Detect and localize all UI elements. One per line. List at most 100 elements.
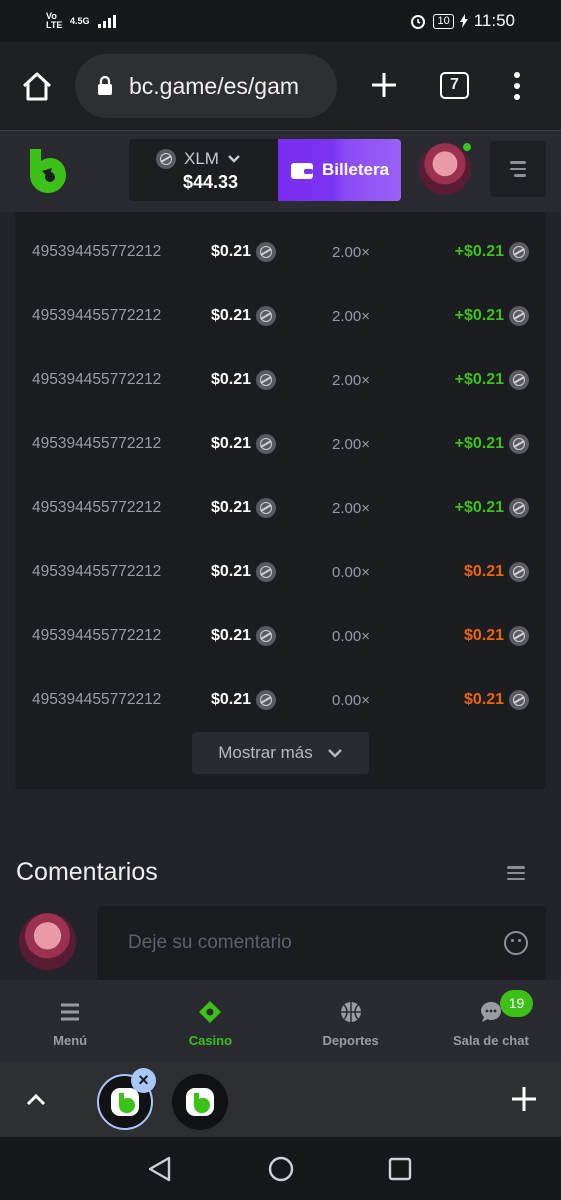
bet-id: 495394455772212: [32, 371, 162, 388]
bet-amount-value: $0.21: [211, 627, 252, 644]
menu-icon: [61, 1003, 80, 1021]
bet-id: 495394455772212: [32, 691, 162, 708]
bet-amount-value: $0.21: [211, 435, 252, 452]
xlm-coin-icon: [256, 306, 277, 326]
emoji-icon[interactable]: [504, 931, 528, 955]
close-tab-icon[interactable]: ×: [131, 1068, 156, 1093]
table-row[interactable]: 495394455772212 $0.21 2.00× +$0.21: [15, 476, 546, 540]
xlm-coin-icon: [256, 434, 277, 454]
table-row[interactable]: 495394455772212 $0.21 0.00× $0.21: [15, 668, 546, 732]
nav-casino[interactable]: Casino: [140, 980, 280, 1062]
profit-value: +$0.21: [454, 499, 504, 516]
bet-id: 495394455772212: [32, 499, 162, 516]
bet-id: 495394455772212: [32, 435, 162, 452]
profit: +$0.21: [455, 306, 529, 326]
table-row[interactable]: 495394455772212 $0.21 0.00× $0.21: [15, 604, 546, 668]
battery-level: 10: [433, 13, 454, 29]
table-row[interactable]: 495394455772212 $0.21 2.00× +$0.21: [15, 284, 546, 348]
bet-amount: $0.21: [211, 242, 277, 262]
comments-title: Comentarios: [16, 858, 158, 886]
profit: $0.21: [464, 562, 529, 582]
wallet-button[interactable]: Billetera: [278, 139, 401, 201]
bet-id: 495394455772212: [32, 243, 162, 260]
profit-value: $0.21: [463, 627, 504, 644]
show-more-button[interactable]: Mostrar más: [192, 732, 369, 774]
home-icon[interactable]: [20, 70, 54, 104]
profit-value: +$0.21: [454, 243, 504, 260]
table-row[interactable]: 495394455772212 $0.21 2.00× +$0.21: [15, 220, 546, 284]
bet-amount: $0.21: [211, 690, 277, 710]
multiplier: 0.00×: [332, 563, 370, 581]
bet-amount-value: $0.21: [211, 243, 252, 260]
chat-unread-badge: 19: [500, 990, 533, 1017]
system-nav-bar: [0, 1137, 561, 1200]
profit-value: +$0.21: [454, 435, 504, 452]
new-tab-icon[interactable]: [370, 71, 398, 99]
casino-icon: [199, 1001, 222, 1023]
xlm-coin-icon: [509, 690, 529, 710]
user-avatar[interactable]: [419, 141, 473, 195]
xlm-coin-icon: [509, 242, 529, 262]
profit-value: +$0.21: [454, 371, 504, 388]
bet-amount-value: $0.21: [211, 307, 252, 324]
comments-menu-icon[interactable]: [507, 866, 525, 880]
status-bar: Vo LTE 4.5G 10 11:50: [0, 0, 561, 42]
table-row[interactable]: 495394455772212 $0.21 2.00× +$0.21: [15, 412, 546, 476]
bc-game-tab-icon: [111, 1088, 139, 1116]
back-icon[interactable]: [147, 1156, 173, 1182]
url-text: bc.game/es/gam: [129, 72, 300, 99]
bet-amount: $0.21: [211, 370, 277, 390]
bets-table: Mostrar más 495394455772212 $0.21 2.00× +$0…: [15, 212, 546, 789]
chevron-down-icon: [228, 155, 240, 163]
network-label: Vo LTE: [46, 11, 63, 30]
xlm-coin-icon: [509, 626, 529, 646]
comment-input[interactable]: Deje su comentario: [97, 906, 546, 980]
home-nav-icon[interactable]: [268, 1156, 294, 1182]
chevron-down-icon: [327, 749, 342, 758]
bet-amount: $0.21: [211, 434, 277, 454]
alarm-icon: [411, 15, 426, 29]
table-row[interactable]: 495394455772212 $0.21 2.00× +$0.21: [15, 348, 546, 412]
wallet-label: Billetera: [321, 160, 390, 179]
recents-icon[interactable]: [388, 1157, 412, 1181]
lock-icon: [98, 76, 112, 95]
browser-toolbar: bc.game/es/gam 7: [0, 42, 561, 130]
address-bar[interactable]: bc.game/es/gam: [75, 54, 337, 118]
bet-amount: $0.21: [211, 498, 277, 518]
table-row[interactable]: 495394455772212 $0.21 0.00× $0.21: [15, 540, 546, 604]
profit: +$0.21: [455, 242, 529, 262]
xlm-coin-icon: [256, 498, 277, 518]
show-more-label: Mostrar más: [218, 743, 313, 762]
profit: +$0.21: [455, 498, 529, 518]
xlm-coin-icon: [156, 149, 176, 169]
tab-bcgame[interactable]: [172, 1074, 228, 1130]
header-menu-button[interactable]: [490, 141, 546, 197]
profit: +$0.21: [455, 370, 529, 390]
xlm-coin-icon: [509, 434, 529, 454]
bet-amount-value: $0.21: [211, 563, 252, 580]
chevron-up-icon[interactable]: [24, 1088, 48, 1112]
profit: $0.21: [464, 690, 529, 710]
profit: +$0.21: [455, 434, 529, 454]
charging-icon: [459, 14, 468, 28]
tab-switcher-button[interactable]: 7: [440, 72, 469, 99]
profit-value: $0.21: [463, 563, 504, 580]
add-tab-icon[interactable]: [511, 1086, 537, 1112]
bc-game-logo[interactable]: [28, 147, 68, 195]
xlm-coin-icon: [509, 498, 529, 518]
wallet-icon: [290, 163, 313, 179]
more-options-icon[interactable]: [512, 72, 522, 100]
bet-id: 495394455772212: [32, 563, 162, 580]
nav-sports[interactable]: Deportes: [281, 980, 421, 1062]
network-indicator: Vo LTE 4.5G: [46, 12, 116, 30]
nav-menu[interactable]: Menú: [0, 980, 140, 1062]
bet-amount-value: $0.21: [211, 691, 252, 708]
balance-selector[interactable]: XLM $44.33: [129, 139, 278, 201]
multiplier: 2.00×: [332, 499, 370, 517]
clock: 11:50: [473, 11, 515, 30]
nav-menu-label: Menú: [53, 1033, 88, 1048]
nav-chat-label: Sala de chat: [452, 1033, 529, 1048]
nav-chat[interactable]: Sala de chat: [421, 980, 561, 1062]
nav-casino-label: Casino: [188, 1033, 233, 1048]
bet-amount: $0.21: [211, 562, 277, 582]
